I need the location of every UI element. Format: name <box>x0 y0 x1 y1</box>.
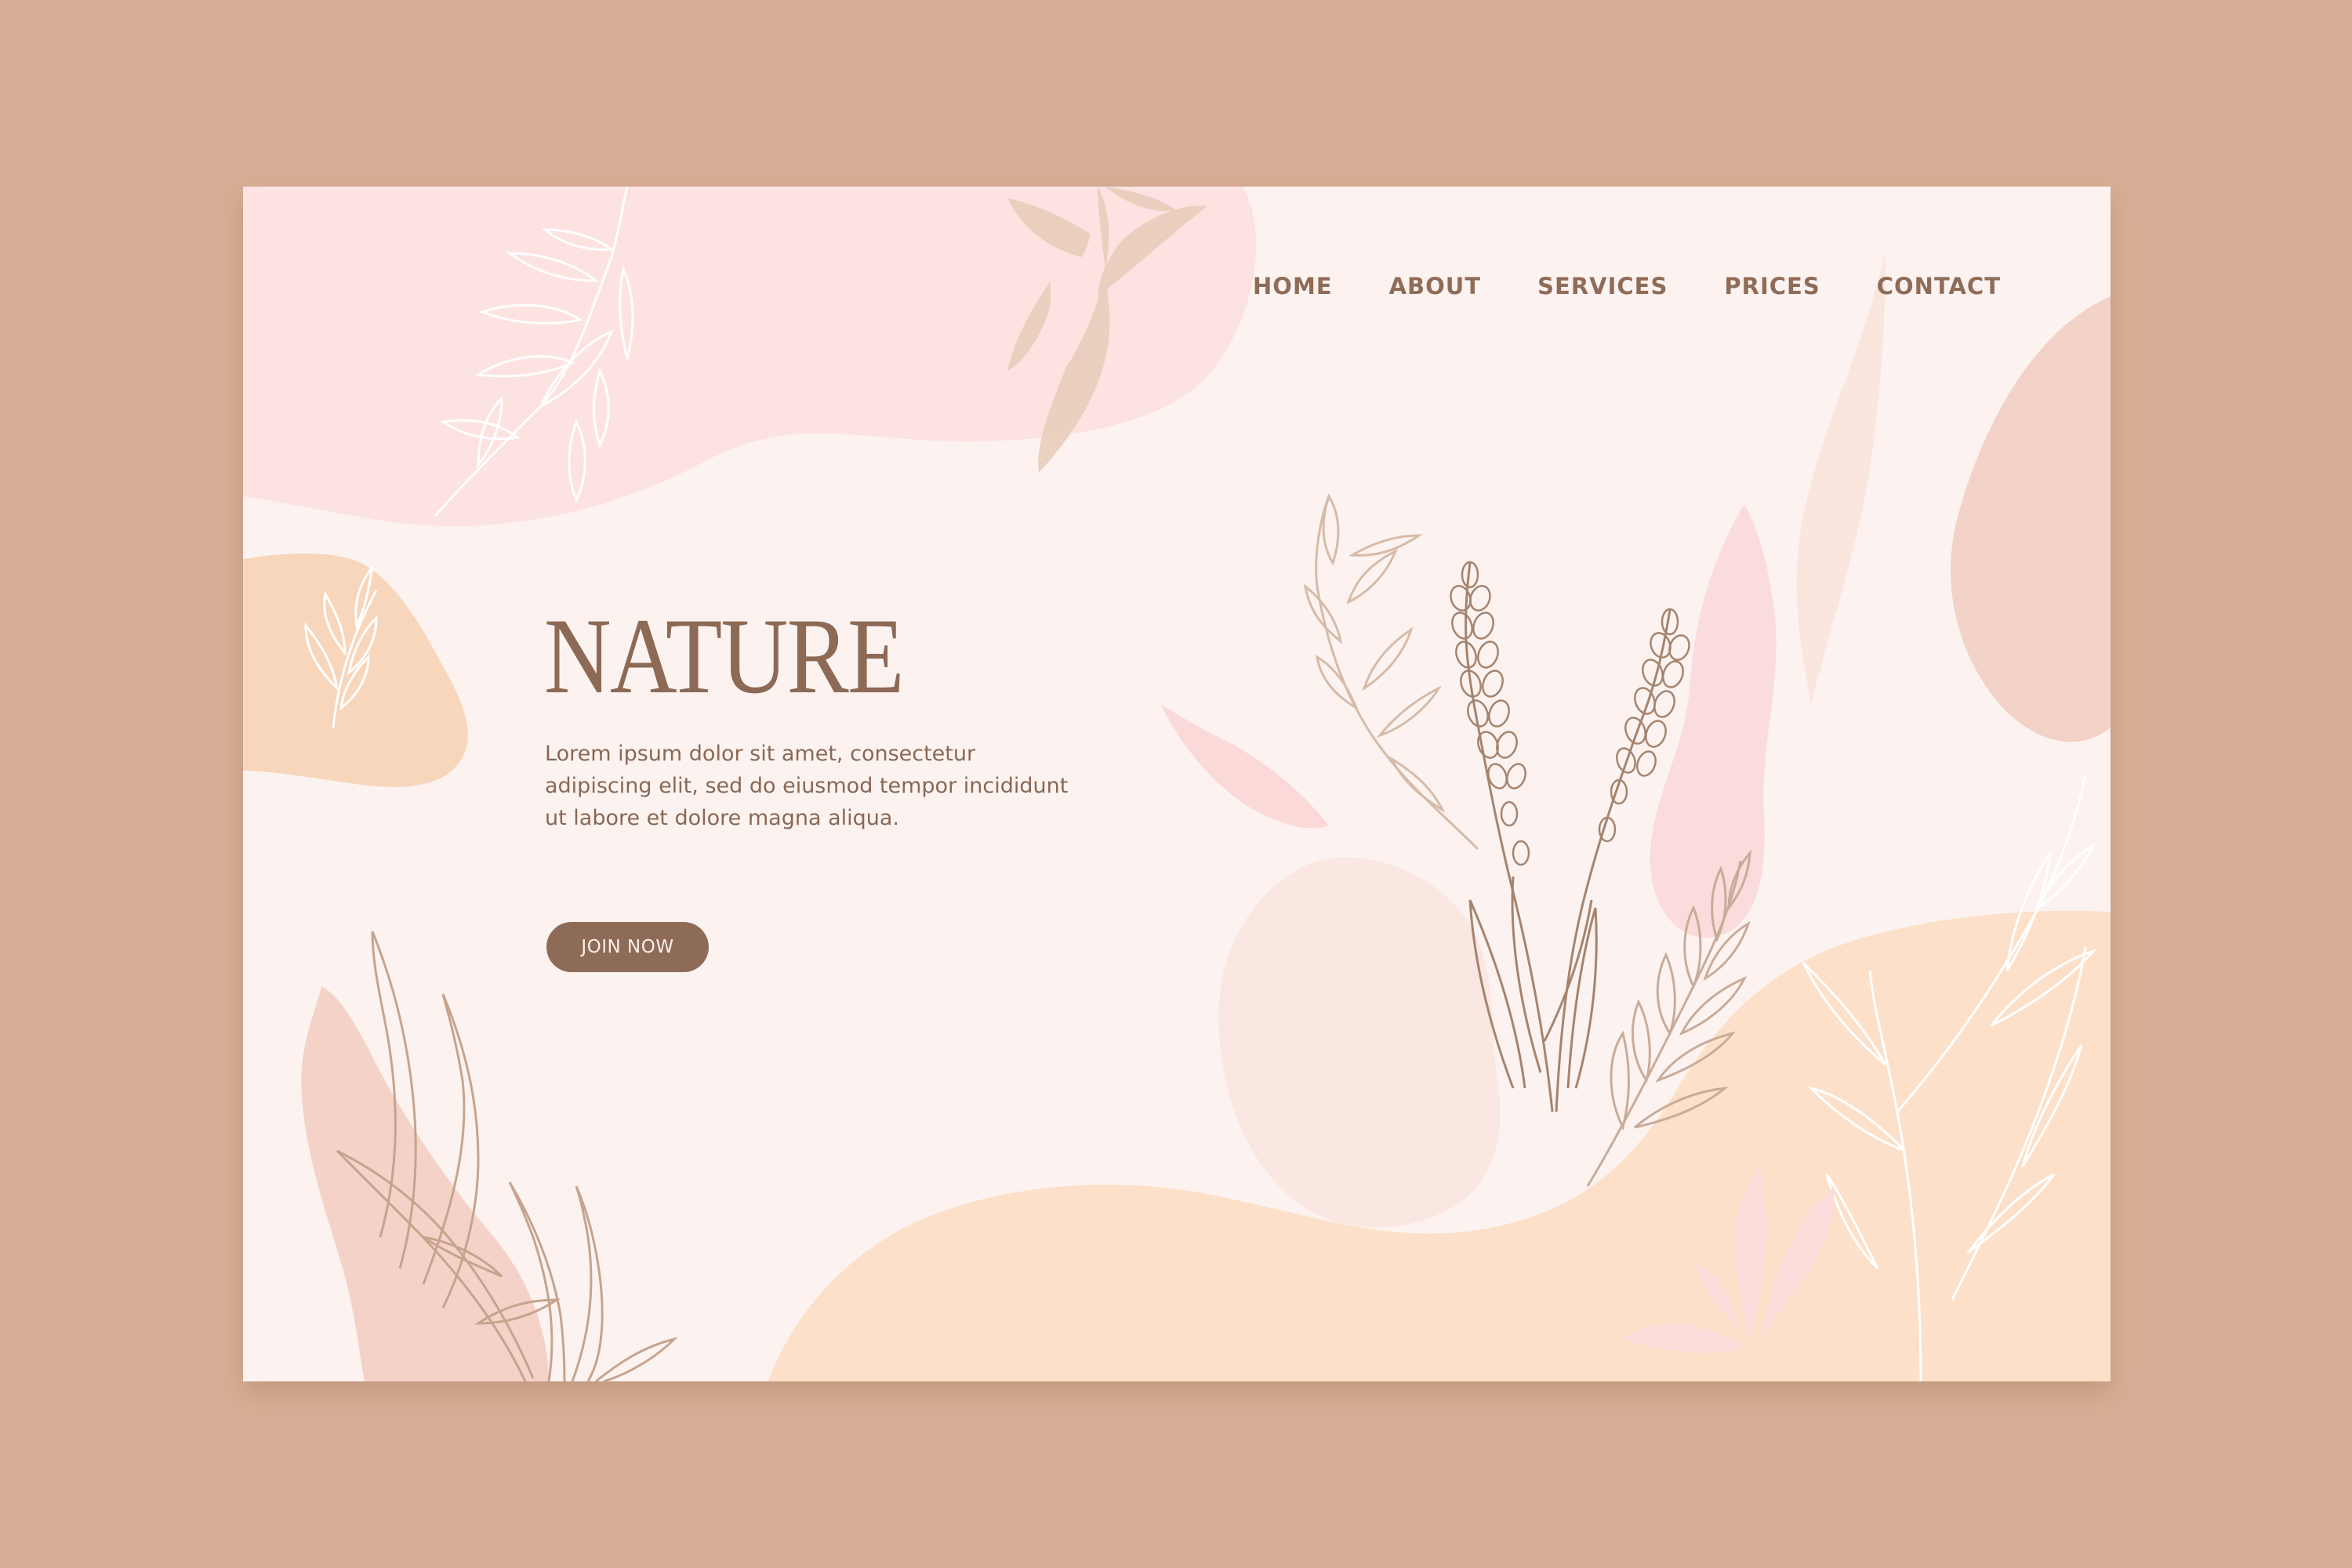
nav-contact-link[interactable]: CONTACT <box>1877 273 2001 299</box>
decorative-background-art <box>243 187 2111 1381</box>
hero-description-line: Lorem ipsum dolor sit amet, consectetur <box>545 742 976 766</box>
nav-prices-link[interactable]: PRICES <box>1724 273 1820 299</box>
hero-description-line: ut labore et dolore magna aliqua. <box>545 806 899 830</box>
join-now-button[interactable]: JOIN NOW <box>546 922 709 972</box>
wildflower-sprig-icon <box>1303 493 1479 851</box>
pink-petal-accent <box>1160 704 1329 829</box>
hero-description-line: adipiscing elit, sed do eiusmod tempor i… <box>545 774 1069 798</box>
mauve-blob-right <box>1951 296 2111 742</box>
nav-services-link[interactable]: SERVICES <box>1537 273 1668 299</box>
faint-pink-blob-middle <box>1218 857 1501 1228</box>
nav-home-link[interactable]: HOME <box>1253 273 1333 299</box>
landing-page-card: HOME ABOUT SERVICES PRICES CONTACT NATUR… <box>243 187 2111 1381</box>
pink-blob-right-middle <box>1650 504 1777 938</box>
faint-leaf-right-top <box>1796 249 1886 704</box>
hero-description: Lorem ipsum dolor sit amet, consectetur … <box>545 738 1094 834</box>
nav-about-link[interactable]: ABOUT <box>1389 273 1482 299</box>
hero-title: NATURE <box>544 596 905 716</box>
top-navigation: HOME ABOUT SERVICES PRICES CONTACT <box>1253 273 2001 299</box>
